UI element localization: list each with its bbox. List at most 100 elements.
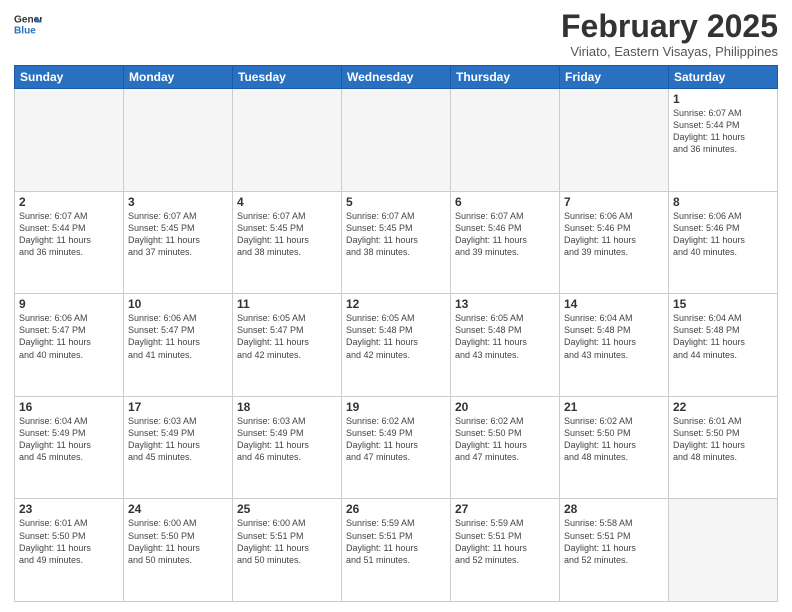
- day-info: Sunrise: 6:05 AM Sunset: 5:48 PM Dayligh…: [455, 312, 555, 361]
- calendar-table: Sunday Monday Tuesday Wednesday Thursday…: [14, 65, 778, 602]
- day-info: Sunrise: 6:06 AM Sunset: 5:46 PM Dayligh…: [673, 210, 773, 259]
- calendar-cell: 8Sunrise: 6:06 AM Sunset: 5:46 PM Daylig…: [669, 191, 778, 294]
- day-number: 16: [19, 400, 119, 414]
- day-info: Sunrise: 6:06 AM Sunset: 5:47 PM Dayligh…: [19, 312, 119, 361]
- calendar-cell: 4Sunrise: 6:07 AM Sunset: 5:45 PM Daylig…: [233, 191, 342, 294]
- calendar-cell: 3Sunrise: 6:07 AM Sunset: 5:45 PM Daylig…: [124, 191, 233, 294]
- calendar-cell: 17Sunrise: 6:03 AM Sunset: 5:49 PM Dayli…: [124, 396, 233, 499]
- day-number: 24: [128, 502, 228, 516]
- day-info: Sunrise: 6:04 AM Sunset: 5:48 PM Dayligh…: [564, 312, 664, 361]
- day-info: Sunrise: 6:06 AM Sunset: 5:47 PM Dayligh…: [128, 312, 228, 361]
- col-thursday: Thursday: [451, 66, 560, 89]
- day-info: Sunrise: 6:02 AM Sunset: 5:49 PM Dayligh…: [346, 415, 446, 464]
- calendar-cell: 11Sunrise: 6:05 AM Sunset: 5:47 PM Dayli…: [233, 294, 342, 397]
- calendar-cell: 6Sunrise: 6:07 AM Sunset: 5:46 PM Daylig…: [451, 191, 560, 294]
- calendar-cell: 22Sunrise: 6:01 AM Sunset: 5:50 PM Dayli…: [669, 396, 778, 499]
- day-info: Sunrise: 5:59 AM Sunset: 5:51 PM Dayligh…: [455, 517, 555, 566]
- day-number: 3: [128, 195, 228, 209]
- day-info: Sunrise: 6:05 AM Sunset: 5:48 PM Dayligh…: [346, 312, 446, 361]
- calendar-cell: [451, 89, 560, 192]
- day-number: 28: [564, 502, 664, 516]
- week-row-0: 1Sunrise: 6:07 AM Sunset: 5:44 PM Daylig…: [15, 89, 778, 192]
- day-info: Sunrise: 6:07 AM Sunset: 5:46 PM Dayligh…: [455, 210, 555, 259]
- calendar-cell: 18Sunrise: 6:03 AM Sunset: 5:49 PM Dayli…: [233, 396, 342, 499]
- calendar-cell: 13Sunrise: 6:05 AM Sunset: 5:48 PM Dayli…: [451, 294, 560, 397]
- day-number: 26: [346, 502, 446, 516]
- calendar-cell: 10Sunrise: 6:06 AM Sunset: 5:47 PM Dayli…: [124, 294, 233, 397]
- day-info: Sunrise: 6:00 AM Sunset: 5:51 PM Dayligh…: [237, 517, 337, 566]
- day-number: 21: [564, 400, 664, 414]
- day-info: Sunrise: 5:59 AM Sunset: 5:51 PM Dayligh…: [346, 517, 446, 566]
- calendar-cell: 15Sunrise: 6:04 AM Sunset: 5:48 PM Dayli…: [669, 294, 778, 397]
- day-number: 13: [455, 297, 555, 311]
- calendar-cell: 26Sunrise: 5:59 AM Sunset: 5:51 PM Dayli…: [342, 499, 451, 602]
- week-row-1: 2Sunrise: 6:07 AM Sunset: 5:44 PM Daylig…: [15, 191, 778, 294]
- calendar-cell: 19Sunrise: 6:02 AM Sunset: 5:49 PM Dayli…: [342, 396, 451, 499]
- logo-icon: General Blue: [14, 10, 42, 38]
- day-number: 19: [346, 400, 446, 414]
- calendar-cell: 12Sunrise: 6:05 AM Sunset: 5:48 PM Dayli…: [342, 294, 451, 397]
- calendar-cell: 9Sunrise: 6:06 AM Sunset: 5:47 PM Daylig…: [15, 294, 124, 397]
- month-title: February 2025: [561, 10, 778, 42]
- day-info: Sunrise: 6:01 AM Sunset: 5:50 PM Dayligh…: [19, 517, 119, 566]
- day-info: Sunrise: 6:07 AM Sunset: 5:44 PM Dayligh…: [673, 107, 773, 156]
- svg-text:Blue: Blue: [14, 25, 36, 36]
- calendar-cell: [124, 89, 233, 192]
- col-friday: Friday: [560, 66, 669, 89]
- day-number: 12: [346, 297, 446, 311]
- calendar-cell: 25Sunrise: 6:00 AM Sunset: 5:51 PM Dayli…: [233, 499, 342, 602]
- calendar-cell: [15, 89, 124, 192]
- day-info: Sunrise: 6:04 AM Sunset: 5:49 PM Dayligh…: [19, 415, 119, 464]
- day-info: Sunrise: 6:07 AM Sunset: 5:44 PM Dayligh…: [19, 210, 119, 259]
- calendar-cell: [560, 89, 669, 192]
- day-number: 1: [673, 92, 773, 106]
- day-number: 10: [128, 297, 228, 311]
- calendar-cell: 24Sunrise: 6:00 AM Sunset: 5:50 PM Dayli…: [124, 499, 233, 602]
- title-block: February 2025 Viriato, Eastern Visayas, …: [561, 10, 778, 59]
- week-row-2: 9Sunrise: 6:06 AM Sunset: 5:47 PM Daylig…: [15, 294, 778, 397]
- week-row-4: 23Sunrise: 6:01 AM Sunset: 5:50 PM Dayli…: [15, 499, 778, 602]
- logo: General Blue: [14, 10, 42, 38]
- day-info: Sunrise: 6:07 AM Sunset: 5:45 PM Dayligh…: [237, 210, 337, 259]
- day-info: Sunrise: 5:58 AM Sunset: 5:51 PM Dayligh…: [564, 517, 664, 566]
- day-number: 18: [237, 400, 337, 414]
- calendar-cell: 5Sunrise: 6:07 AM Sunset: 5:45 PM Daylig…: [342, 191, 451, 294]
- day-info: Sunrise: 6:05 AM Sunset: 5:47 PM Dayligh…: [237, 312, 337, 361]
- day-number: 20: [455, 400, 555, 414]
- calendar-cell: 7Sunrise: 6:06 AM Sunset: 5:46 PM Daylig…: [560, 191, 669, 294]
- calendar-cell: 20Sunrise: 6:02 AM Sunset: 5:50 PM Dayli…: [451, 396, 560, 499]
- day-info: Sunrise: 6:06 AM Sunset: 5:46 PM Dayligh…: [564, 210, 664, 259]
- day-number: 17: [128, 400, 228, 414]
- header: General Blue February 2025 Viriato, East…: [14, 10, 778, 59]
- day-number: 23: [19, 502, 119, 516]
- day-number: 15: [673, 297, 773, 311]
- day-info: Sunrise: 6:03 AM Sunset: 5:49 PM Dayligh…: [128, 415, 228, 464]
- day-number: 11: [237, 297, 337, 311]
- calendar-cell: 27Sunrise: 5:59 AM Sunset: 5:51 PM Dayli…: [451, 499, 560, 602]
- day-number: 25: [237, 502, 337, 516]
- day-info: Sunrise: 6:02 AM Sunset: 5:50 PM Dayligh…: [564, 415, 664, 464]
- calendar-cell: 1Sunrise: 6:07 AM Sunset: 5:44 PM Daylig…: [669, 89, 778, 192]
- day-number: 2: [19, 195, 119, 209]
- page: General Blue February 2025 Viriato, East…: [0, 0, 792, 612]
- day-number: 8: [673, 195, 773, 209]
- calendar-cell: [669, 499, 778, 602]
- col-sunday: Sunday: [15, 66, 124, 89]
- day-number: 22: [673, 400, 773, 414]
- calendar-cell: [233, 89, 342, 192]
- calendar-header-row: Sunday Monday Tuesday Wednesday Thursday…: [15, 66, 778, 89]
- calendar-cell: [342, 89, 451, 192]
- day-info: Sunrise: 6:07 AM Sunset: 5:45 PM Dayligh…: [346, 210, 446, 259]
- day-number: 6: [455, 195, 555, 209]
- col-tuesday: Tuesday: [233, 66, 342, 89]
- calendar-cell: 16Sunrise: 6:04 AM Sunset: 5:49 PM Dayli…: [15, 396, 124, 499]
- day-info: Sunrise: 6:01 AM Sunset: 5:50 PM Dayligh…: [673, 415, 773, 464]
- week-row-3: 16Sunrise: 6:04 AM Sunset: 5:49 PM Dayli…: [15, 396, 778, 499]
- col-saturday: Saturday: [669, 66, 778, 89]
- calendar-cell: 14Sunrise: 6:04 AM Sunset: 5:48 PM Dayli…: [560, 294, 669, 397]
- day-info: Sunrise: 6:00 AM Sunset: 5:50 PM Dayligh…: [128, 517, 228, 566]
- day-info: Sunrise: 6:04 AM Sunset: 5:48 PM Dayligh…: [673, 312, 773, 361]
- calendar-cell: 23Sunrise: 6:01 AM Sunset: 5:50 PM Dayli…: [15, 499, 124, 602]
- day-info: Sunrise: 6:07 AM Sunset: 5:45 PM Dayligh…: [128, 210, 228, 259]
- col-wednesday: Wednesday: [342, 66, 451, 89]
